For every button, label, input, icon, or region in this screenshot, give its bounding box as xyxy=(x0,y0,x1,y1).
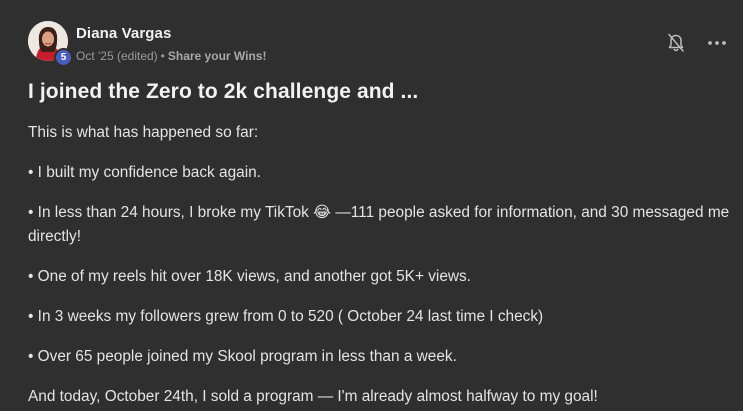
level-badge: 5 xyxy=(54,48,73,67)
post-paragraph: • In less than 24 hours, I broke my TikT… xyxy=(28,204,730,245)
post-category[interactable]: Share your Wins! xyxy=(168,49,267,63)
author-avatar[interactable]: 5 xyxy=(28,21,73,67)
author-name[interactable]: Diana Vargas xyxy=(76,25,171,42)
more-options-icon[interactable] xyxy=(707,33,727,53)
post-paragraph: This is what has happened so far: xyxy=(28,124,259,141)
post-paragraph: • In 3 weeks my followers grew from 0 to… xyxy=(28,308,544,325)
post-header: 5 Diana Vargas Oct '25 (edited) • Share yo… xyxy=(28,21,727,67)
bell-off-icon[interactable] xyxy=(667,33,685,53)
meta-separator: • xyxy=(160,49,165,63)
post-paragraph: And today, October 24th, I sold a progra… xyxy=(28,388,598,405)
post-date[interactable]: Oct '25 (edited) xyxy=(76,49,158,63)
post-paragraph: • I built my confidence back again. xyxy=(28,164,261,181)
post-paragraph: • Over 65 people joined my Skool program… xyxy=(28,348,457,365)
post-title[interactable]: I joined the Zero to 2k challenge and ..… xyxy=(28,80,418,104)
post-card: 5 Diana Vargas Oct '25 (edited) • Share yo… xyxy=(0,0,743,411)
post-meta: Oct '25 (edited) • Share your Wins! xyxy=(76,49,266,63)
post-body: This is what has happened so far: • I bu… xyxy=(28,121,734,411)
post-paragraph: • One of my reels hit over 18K views, an… xyxy=(28,268,471,285)
